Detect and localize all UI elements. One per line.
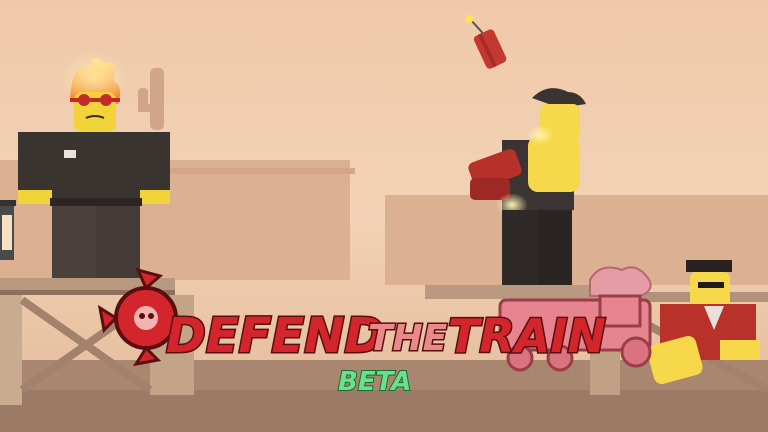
logo-word-train: TRAIN (448, 309, 606, 363)
lantern-icon (0, 200, 16, 260)
scene-canvas: DEFEND THE TRAIN BETA (0, 0, 768, 432)
logo-word-the: THE (368, 318, 448, 359)
game-scene: DEFEND THE TRAIN BETA (0, 0, 768, 432)
logo-word-defend: DEFEND (166, 308, 384, 364)
beta-badge: BETA (338, 367, 411, 397)
